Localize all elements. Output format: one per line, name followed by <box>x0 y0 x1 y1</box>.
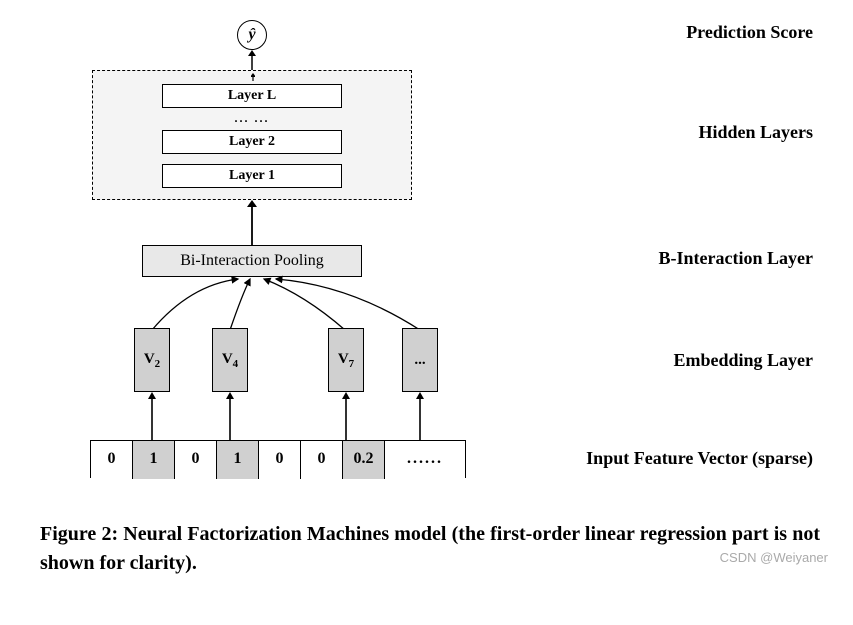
embedding-v2: V2 <box>134 328 170 392</box>
arrow-in-v4 <box>226 392 234 440</box>
arrow-bi-to-hidden <box>250 200 254 246</box>
arrow-in-v7 <box>342 392 350 440</box>
input-cell-5: 0 <box>301 441 343 479</box>
layer-2: Layer 2 <box>162 130 342 154</box>
input-cell-3: 1 <box>217 441 259 479</box>
input-feature-vector: 0 1 0 1 0 0 0.2 ...... <box>90 440 466 478</box>
arrow-hidden-to-output <box>250 50 254 72</box>
label-hidden: Hidden Layers <box>698 122 813 143</box>
watermark: CSDN @Weiyaner <box>720 550 828 565</box>
bi-interaction-pooling: Bi-Interaction Pooling <box>142 245 362 277</box>
embedding-v7: V7 <box>328 328 364 392</box>
output-yhat: ŷ <box>237 20 267 50</box>
layer-dots: ... ... <box>235 113 270 123</box>
hidden-layers-box: Layer 1 Layer 2 ... ... Layer L <box>92 70 412 200</box>
embedding-more: ... <box>402 328 438 392</box>
input-cell-0: 0 <box>91 441 133 479</box>
figure-caption: Figure 2: Neural Factorization Machines … <box>40 520 820 578</box>
label-prediction: Prediction Score <box>686 22 813 43</box>
input-cell-dots: ...... <box>385 441 465 479</box>
layer-L: Layer L <box>162 84 342 108</box>
input-cell-6: 0.2 <box>343 441 385 479</box>
input-cell-2: 0 <box>175 441 217 479</box>
input-cell-4: 0 <box>259 441 301 479</box>
label-input: Input Feature Vector (sparse) <box>586 448 813 469</box>
input-cell-1: 1 <box>133 441 175 479</box>
embedding-v4: V4 <box>212 328 248 392</box>
arrow-lL-out <box>251 73 255 81</box>
layer-1: Layer 1 <box>162 164 342 188</box>
label-embedding: Embedding Layer <box>673 350 813 371</box>
arrow-in-more <box>416 392 424 440</box>
arrows-emb-to-bi <box>90 275 450 335</box>
diagram: Prediction Score Hidden Layers B-Interac… <box>30 20 823 510</box>
label-bi: B-Interaction Layer <box>659 248 813 269</box>
arrow-in-v2 <box>148 392 156 440</box>
